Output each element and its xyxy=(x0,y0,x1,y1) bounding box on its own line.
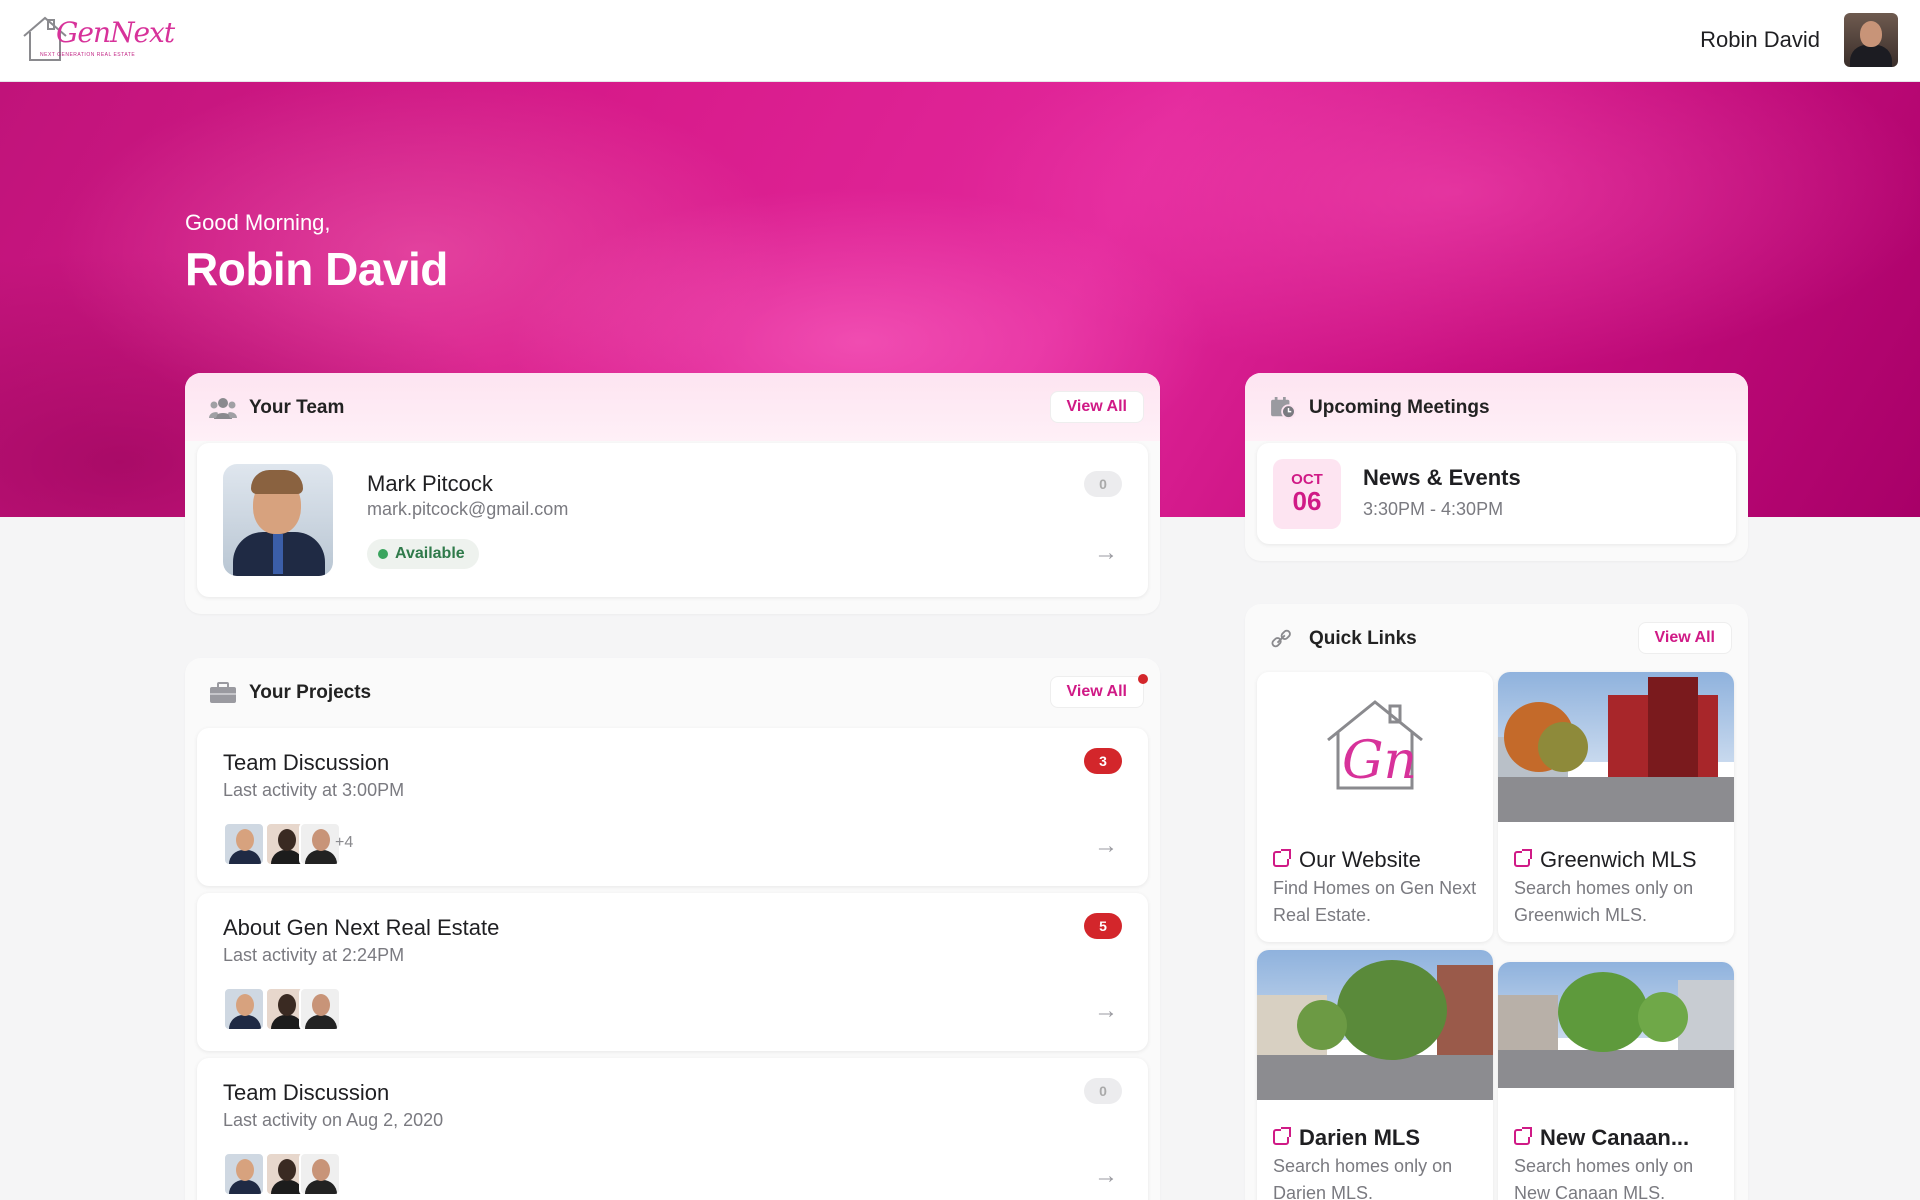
your-projects-panel: Your Projects View All Team Discussion L… xyxy=(185,658,1160,1200)
team-member-card[interactable]: Mark Pitcock mark.pitcock@gmail.com Avai… xyxy=(197,443,1148,597)
member-name: Mark Pitcock xyxy=(367,471,493,496)
project-last-activity: Last activity at 3:00PM xyxy=(223,780,405,800)
project-last-activity: Last activity at 2:24PM xyxy=(223,945,405,965)
panel-title: Your Team xyxy=(249,397,345,418)
arrow-right-icon[interactable]: → xyxy=(1094,997,1118,1025)
quick-link-name: New Canaan... xyxy=(1540,1125,1690,1150)
link-icon xyxy=(1271,629,1291,648)
quick-links-panel: Quick Links View All Gn Our Website Find… xyxy=(1245,604,1748,1200)
status-dot-icon xyxy=(378,549,388,559)
member-avatar xyxy=(299,1152,341,1196)
quick-link-tile[interactable]: New Canaan... Search homes only on New C… xyxy=(1498,962,1734,1200)
quick-link-description: Search homes only on Darien MLS. xyxy=(1273,1156,1453,1200)
member-avatar xyxy=(223,987,265,1031)
quick-link-name: Greenwich MLS xyxy=(1540,847,1697,872)
quick-link-description: Search homes only on Greenwich MLS. xyxy=(1514,878,1694,925)
quick-link-tile[interactable]: Darien MLS Search homes only on Darien M… xyxy=(1257,950,1493,1200)
quick-link-tile[interactable]: Greenwich MLS Search homes only on Green… xyxy=(1498,672,1734,942)
status-badge: Available xyxy=(367,539,479,569)
quick-link-description: Search homes only on New Canaan MLS. xyxy=(1514,1156,1694,1200)
member-avatar xyxy=(223,822,265,866)
more-members-count: +4 xyxy=(335,834,354,851)
arrow-right-icon[interactable]: → xyxy=(1094,832,1118,860)
quick-link-description: Find Homes on Gen Next Real Estate. xyxy=(1273,878,1477,925)
website-logo-image: Gn xyxy=(1257,672,1493,822)
external-link-icon xyxy=(1514,849,1532,867)
svg-text:Gn: Gn xyxy=(1342,731,1417,791)
panel-title: Your Projects xyxy=(249,682,372,703)
project-card[interactable]: Team Discussion Last activity on Aug 2, … xyxy=(197,1058,1148,1200)
panel-title: Quick Links xyxy=(1309,628,1417,649)
external-link-icon xyxy=(1514,1127,1532,1145)
top-bar: GenNext NEXT GENERATION REAL ESTATE Robi… xyxy=(0,0,1920,82)
project-title: About Gen Next Real Estate xyxy=(223,915,500,940)
projects-view-all-button[interactable]: View All xyxy=(1049,676,1144,708)
panel-header: Your Team View All xyxy=(185,373,1160,441)
external-link-icon xyxy=(1273,1127,1291,1145)
logo-tagline: NEXT GENERATION REAL ESTATE xyxy=(40,52,136,58)
member-photo xyxy=(223,464,333,576)
meeting-date: OCT 06 xyxy=(1273,459,1341,529)
arrow-right-icon[interactable]: → xyxy=(1094,539,1118,567)
member-avatar xyxy=(223,1152,265,1196)
project-count-badge: 0 xyxy=(1084,1078,1122,1104)
meeting-day: 06 xyxy=(1292,486,1322,516)
panel-header: Your Projects View All xyxy=(185,658,1160,726)
external-link-icon xyxy=(1273,849,1291,867)
logo-wordmark: GenNext xyxy=(56,16,175,49)
hero-user-name: Robin David xyxy=(185,243,448,295)
briefcase-icon xyxy=(210,682,236,703)
project-card[interactable]: About Gen Next Real Estate Last activity… xyxy=(197,893,1148,1051)
panel-header: Quick Links View All xyxy=(1245,604,1748,672)
member-count-badge: 0 xyxy=(1084,471,1122,497)
panel-header: Upcoming Meetings xyxy=(1245,373,1748,441)
member-email: mark.pitcock@gmail.com xyxy=(367,499,569,519)
quick-links-view-all-button[interactable]: View All xyxy=(1637,622,1732,654)
project-last-activity: Last activity on Aug 2, 2020 xyxy=(223,1110,444,1130)
greenwich-street-image xyxy=(1498,672,1734,822)
header-user-name[interactable]: Robin David xyxy=(1700,27,1820,53)
project-title: Team Discussion xyxy=(223,750,390,775)
quick-link-name: Our Website xyxy=(1299,847,1421,872)
meeting-time: 3:30PM - 4:30PM xyxy=(1363,499,1504,519)
project-card[interactable]: Team Discussion Last activity at 3:00PM … xyxy=(197,728,1148,886)
status-label: Available xyxy=(395,545,465,562)
team-view-all-button[interactable]: View All xyxy=(1049,391,1144,423)
calendar-clock-icon xyxy=(1271,397,1296,419)
greeting-text: Good Morning, xyxy=(185,210,331,235)
upcoming-meetings-panel: Upcoming Meetings OCT 06 News & Events 3… xyxy=(1245,373,1748,561)
panel-title: Upcoming Meetings xyxy=(1309,397,1490,418)
meeting-card[interactable]: OCT 06 News & Events 3:30PM - 4:30PM xyxy=(1257,443,1736,544)
quick-link-tile[interactable]: Gn Our Website Find Homes on Gen Next Re… xyxy=(1257,672,1493,942)
new-canaan-street-image xyxy=(1498,962,1734,1088)
your-team-panel: Your Team View All Mark Pitcock mark.pit… xyxy=(185,373,1160,614)
project-count-badge: 5 xyxy=(1084,913,1122,939)
meeting-title: News & Events xyxy=(1363,465,1521,490)
arrow-right-icon[interactable]: → xyxy=(1094,1162,1118,1190)
people-icon xyxy=(209,398,237,419)
user-avatar[interactable] xyxy=(1844,13,1898,67)
darien-street-image xyxy=(1257,950,1493,1100)
company-logo[interactable]: GenNext NEXT GENERATION REAL ESTATE xyxy=(20,14,175,66)
project-title: Team Discussion xyxy=(223,1080,390,1105)
notification-dot xyxy=(1138,674,1148,684)
project-count-badge: 3 xyxy=(1084,748,1122,774)
member-avatar xyxy=(299,987,341,1031)
quick-link-name: Darien MLS xyxy=(1299,1125,1421,1150)
house-logo-icon: Gn xyxy=(1327,700,1423,791)
